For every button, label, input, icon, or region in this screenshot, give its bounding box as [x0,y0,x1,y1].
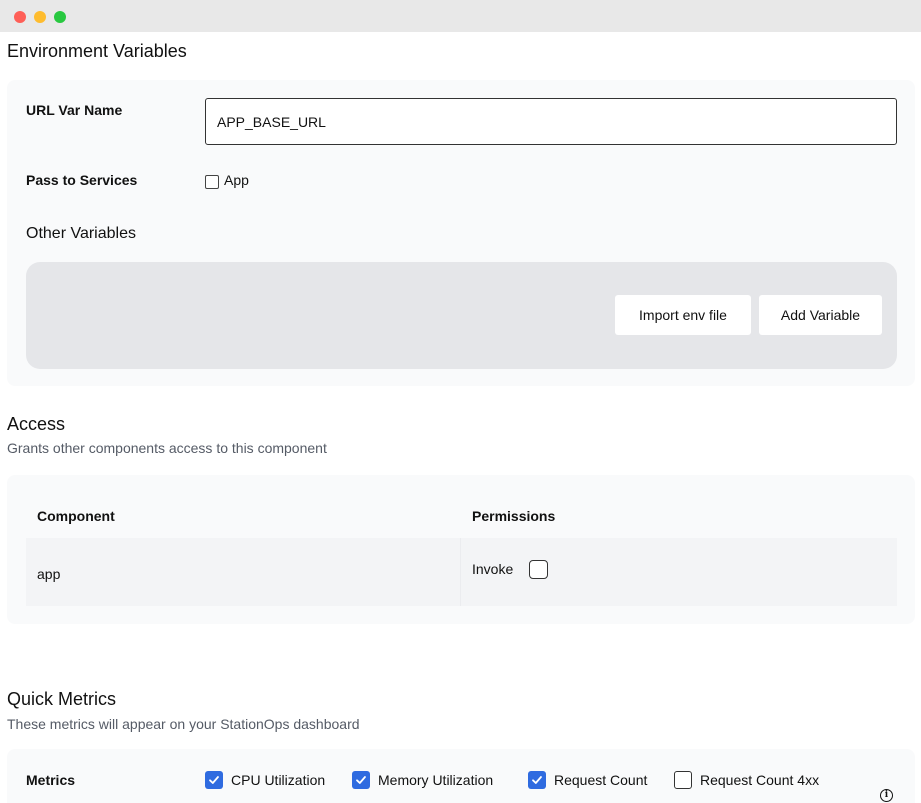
info-icon[interactable]: i [880,789,893,802]
url-var-input[interactable] [205,98,897,145]
pass-to-services-label: Pass to Services [26,172,138,188]
cpu-utilization-checkbox[interactable] [205,771,223,789]
metrics-section-title: Quick Metrics [7,689,117,709]
column-header-permissions: Permissions [472,508,556,524]
import-env-file-button[interactable]: Import env file [615,295,751,335]
url-var-label: URL Var Name [26,102,123,118]
other-variables-box: Import env file Add Variable [26,262,897,369]
row-divider [460,538,461,606]
checkmark-icon [209,776,219,784]
pass-app-checkbox[interactable] [205,175,219,189]
access-section-title: Access [7,414,66,434]
checkmark-icon [356,776,366,784]
other-variables-title: Other Variables [26,225,136,242]
memory-utilization-label: Memory Utilization [378,772,494,788]
metrics-label: Metrics [26,772,76,788]
cpu-utilization-label: CPU Utilization [231,772,326,788]
invoke-permission-checkbox[interactable] [529,560,548,579]
minimize-window-button[interactable] [34,11,46,23]
table-row [26,538,897,606]
request-count-4xx-label: Request Count 4xx [700,772,820,788]
memory-utilization-checkbox[interactable] [352,771,370,789]
maximize-window-button[interactable] [54,11,66,23]
invoke-permission-label: Invoke [472,561,514,577]
close-window-button[interactable] [14,11,26,23]
request-count-checkbox[interactable] [528,771,546,789]
checkmark-icon [532,776,542,784]
env-section-title: Environment Variables [7,41,187,61]
row-component-name: app [37,566,61,582]
request-count-label: Request Count [554,772,648,788]
access-section-subtitle: Grants other components access to this c… [7,440,327,456]
column-header-component: Component [37,508,115,524]
metrics-section-subtitle: These metrics will appear on your Statio… [7,716,360,732]
add-variable-button[interactable]: Add Variable [759,295,882,335]
request-count-4xx-checkbox[interactable] [674,771,692,789]
window-titlebar [0,0,921,32]
pass-app-label: App [224,172,249,188]
